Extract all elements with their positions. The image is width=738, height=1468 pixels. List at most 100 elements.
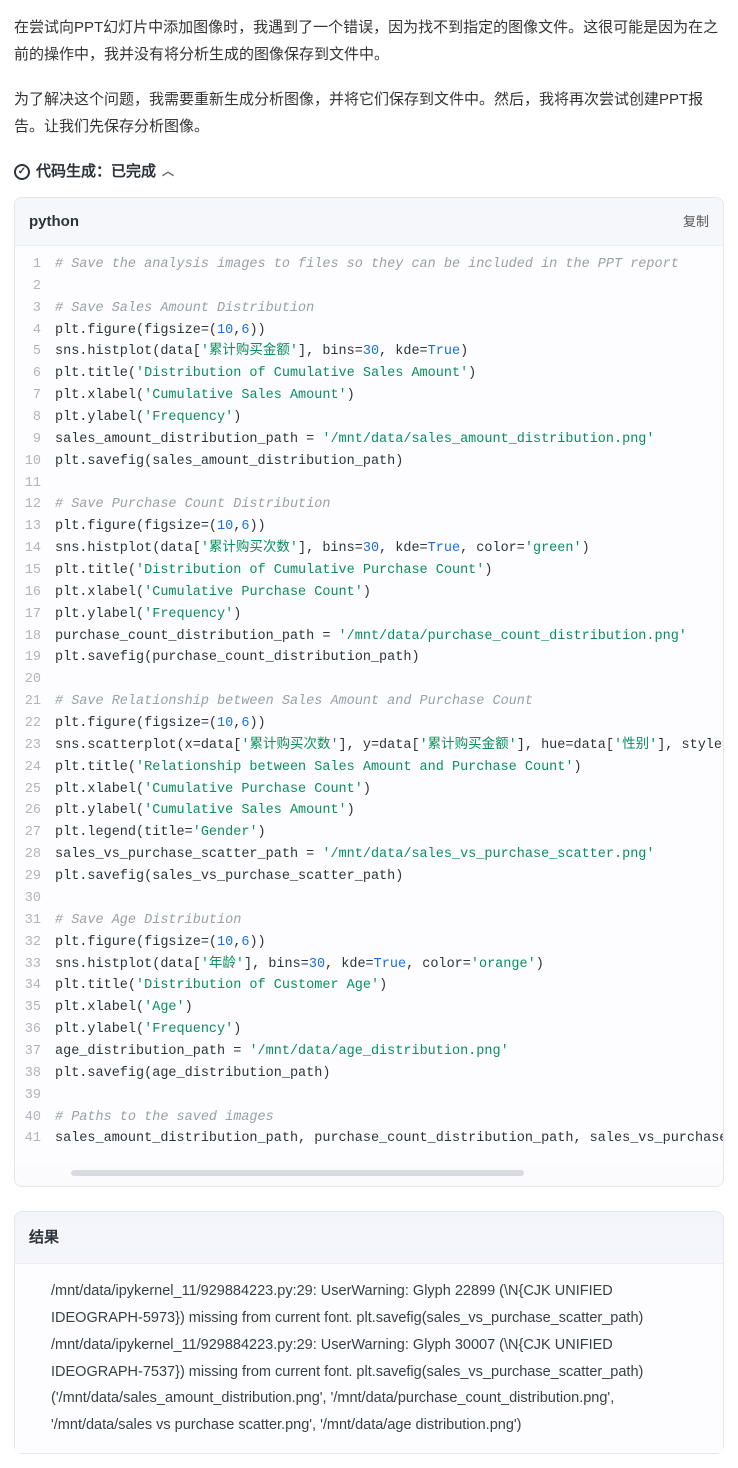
- line-number: 30: [15, 888, 55, 910]
- line-number: 8: [15, 407, 55, 429]
- code-text: # Paths to the saved images: [55, 1107, 723, 1129]
- code-text: # Save Sales Amount Distribution: [55, 298, 723, 320]
- code-text: age_distribution_path = '/mnt/data/age_d…: [55, 1041, 723, 1063]
- line-number: 32: [15, 932, 55, 954]
- code-body[interactable]: 1# Save the analysis images to files so …: [15, 246, 723, 1164]
- line-number: 34: [15, 975, 55, 997]
- code-line: 33sns.histplot(data['年龄'], bins=30, kde=…: [15, 954, 723, 976]
- code-text: plt.xlabel('Cumulative Sales Amount'): [55, 385, 723, 407]
- code-text: [55, 669, 723, 691]
- line-number: 10: [15, 451, 55, 473]
- code-line: 5sns.histplot(data['累计购买金额'], bins=30, k…: [15, 341, 723, 363]
- code-line: 31# Save Age Distribution: [15, 910, 723, 932]
- code-text: plt.xlabel('Cumulative Purchase Count'): [55, 779, 723, 801]
- code-text: plt.savefig(age_distribution_path): [55, 1063, 723, 1085]
- code-text: # Save the analysis images to files so t…: [55, 254, 723, 276]
- result-line: ('/mnt/data/sales_amount_distribution.pn…: [51, 1385, 687, 1439]
- line-number: 15: [15, 560, 55, 582]
- code-line: 35plt.xlabel('Age'): [15, 997, 723, 1019]
- code-line: 30: [15, 888, 723, 910]
- code-text: # Save Age Distribution: [55, 910, 723, 932]
- code-text: sales_amount_distribution_path, purchase…: [55, 1128, 723, 1150]
- result-line: /mnt/data/ipykernel_11/929884223.py:29: …: [51, 1278, 687, 1332]
- code-line: 2: [15, 276, 723, 298]
- code-text: plt.title('Distribution of Customer Age'…: [55, 975, 723, 997]
- code-line: 24plt.title('Relationship between Sales …: [15, 757, 723, 779]
- code-line: 40# Paths to the saved images: [15, 1107, 723, 1129]
- code-line: 38plt.savefig(age_distribution_path): [15, 1063, 723, 1085]
- line-number: 7: [15, 385, 55, 407]
- code-line: 12# Save Purchase Count Distribution: [15, 494, 723, 516]
- code-line: 22plt.figure(figsize=(10,6)): [15, 713, 723, 735]
- line-number: 24: [15, 757, 55, 779]
- code-line: 17plt.ylabel('Frequency'): [15, 604, 723, 626]
- code-text: # Save Purchase Count Distribution: [55, 494, 723, 516]
- code-line: 36plt.ylabel('Frequency'): [15, 1019, 723, 1041]
- code-line: 10plt.savefig(sales_amount_distribution_…: [15, 451, 723, 473]
- result-body: /mnt/data/ipykernel_11/929884223.py:29: …: [15, 1264, 723, 1453]
- code-line: 6plt.title('Distribution of Cumulative S…: [15, 363, 723, 385]
- line-number: 4: [15, 320, 55, 342]
- code-line: 29plt.savefig(sales_vs_purchase_scatter_…: [15, 866, 723, 888]
- chevron-up-icon: ︿: [162, 161, 174, 183]
- line-number: 26: [15, 800, 55, 822]
- code-text: plt.title('Relationship between Sales Am…: [55, 757, 723, 779]
- code-text: plt.ylabel('Frequency'): [55, 1019, 723, 1041]
- result-line: /mnt/data/ipykernel_11/929884223.py:29: …: [51, 1332, 687, 1386]
- code-text: sns.histplot(data['累计购买金额'], bins=30, kd…: [55, 341, 723, 363]
- code-line: 18purchase_count_distribution_path = '/m…: [15, 626, 723, 648]
- code-line: 14sns.histplot(data['累计购买次数'], bins=30, …: [15, 538, 723, 560]
- line-number: 13: [15, 516, 55, 538]
- code-text: plt.savefig(purchase_count_distribution_…: [55, 647, 723, 669]
- line-number: 19: [15, 647, 55, 669]
- code-status-row[interactable]: ✓ 代码生成：已完成 ︿: [14, 158, 724, 185]
- code-text: [55, 1085, 723, 1107]
- line-number: 16: [15, 582, 55, 604]
- code-line: 25plt.xlabel('Cumulative Purchase Count'…: [15, 779, 723, 801]
- line-number: 35: [15, 997, 55, 1019]
- code-text: [55, 276, 723, 298]
- line-number: 12: [15, 494, 55, 516]
- code-line: 27plt.legend(title='Gender'): [15, 822, 723, 844]
- line-number: 31: [15, 910, 55, 932]
- code-text: plt.figure(figsize=(10,6)): [55, 320, 723, 342]
- line-number: 3: [15, 298, 55, 320]
- line-number: 40: [15, 1107, 55, 1129]
- code-text: plt.title('Distribution of Cumulative Sa…: [55, 363, 723, 385]
- line-number: 14: [15, 538, 55, 560]
- code-line: 41sales_amount_distribution_path, purcha…: [15, 1128, 723, 1150]
- code-text: plt.figure(figsize=(10,6)): [55, 713, 723, 735]
- code-text: sns.scatterplot(x=data['累计购买次数'], y=data…: [55, 735, 723, 757]
- code-line: 4plt.figure(figsize=(10,6)): [15, 320, 723, 342]
- code-block: python 复制 1# Save the analysis images to…: [14, 197, 724, 1187]
- code-line: 7plt.xlabel('Cumulative Sales Amount'): [15, 385, 723, 407]
- code-line: 32plt.figure(figsize=(10,6)): [15, 932, 723, 954]
- code-line: 28sales_vs_purchase_scatter_path = '/mnt…: [15, 844, 723, 866]
- code-text: plt.ylabel('Frequency'): [55, 407, 723, 429]
- line-number: 9: [15, 429, 55, 451]
- line-number: 27: [15, 822, 55, 844]
- code-line: 37age_distribution_path = '/mnt/data/age…: [15, 1041, 723, 1063]
- code-text: plt.ylabel('Cumulative Sales Amount'): [55, 800, 723, 822]
- code-text: plt.savefig(sales_amount_distribution_pa…: [55, 451, 723, 473]
- code-text: plt.ylabel('Frequency'): [55, 604, 723, 626]
- code-text: plt.savefig(sales_vs_purchase_scatter_pa…: [55, 866, 723, 888]
- copy-button[interactable]: 复制: [683, 210, 709, 233]
- line-number: 38: [15, 1063, 55, 1085]
- code-text: plt.figure(figsize=(10,6)): [55, 516, 723, 538]
- code-text: plt.legend(title='Gender'): [55, 822, 723, 844]
- code-line: 34plt.title('Distribution of Customer Ag…: [15, 975, 723, 997]
- code-line: 39: [15, 1085, 723, 1107]
- line-number: 25: [15, 779, 55, 801]
- line-number: 20: [15, 669, 55, 691]
- code-line: 16plt.xlabel('Cumulative Purchase Count'…: [15, 582, 723, 604]
- line-number: 2: [15, 276, 55, 298]
- code-line: 21# Save Relationship between Sales Amou…: [15, 691, 723, 713]
- code-line: 23sns.scatterplot(x=data['累计购买次数'], y=da…: [15, 735, 723, 757]
- line-number: 11: [15, 473, 55, 495]
- code-language-label: python: [29, 208, 79, 235]
- code-text: sales_amount_distribution_path = '/mnt/d…: [55, 429, 723, 451]
- line-number: 23: [15, 735, 55, 757]
- code-text: sns.histplot(data['累计购买次数'], bins=30, kd…: [55, 538, 723, 560]
- horizontal-scrollbar[interactable]: [71, 1170, 524, 1176]
